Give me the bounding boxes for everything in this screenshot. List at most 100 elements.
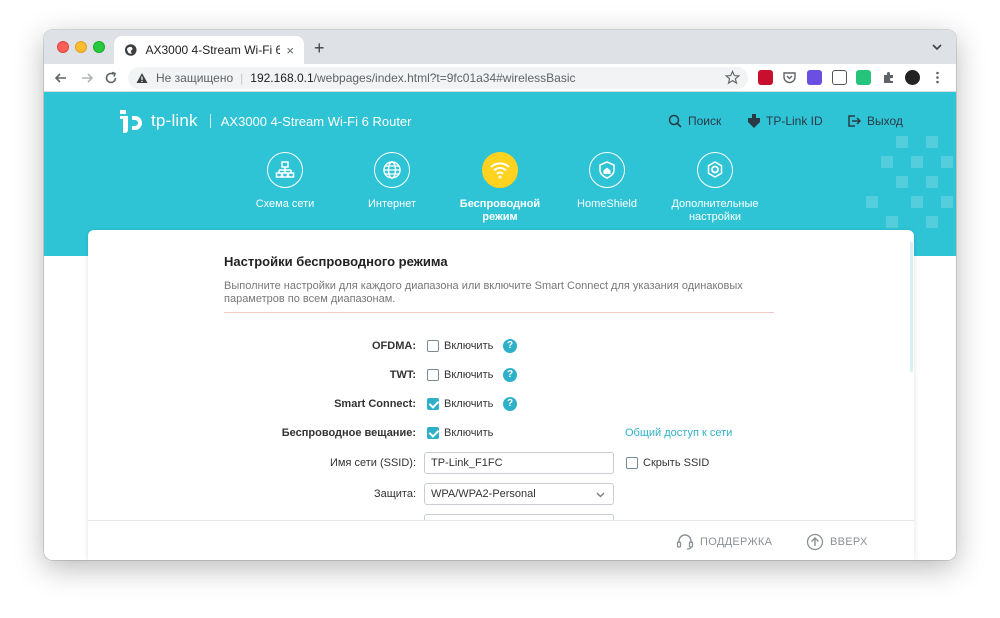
back-to-top-label: ВВЕРХ [830, 536, 868, 548]
ofdma-enable-label[interactable]: Включить [444, 340, 493, 352]
nav-internet-label: Интернет [368, 198, 416, 210]
back-to-top-button[interactable]: ВВЕРХ [806, 533, 868, 551]
settings-card: Настройки беспроводного режима Выполните… [88, 230, 914, 560]
nav-homeshield[interactable]: HomeShield [552, 152, 662, 211]
url-host: 192.168.0.1 [250, 71, 314, 85]
browser-window: AX3000 4-Stream Wi-Fi 6 Router × + Не за… [44, 30, 956, 560]
network-map-icon [275, 161, 295, 178]
advanced-gear-icon [707, 161, 723, 178]
ofdma-checkbox[interactable] [427, 340, 439, 352]
arrow-up-circle-icon [806, 533, 824, 551]
bookmark-star-icon[interactable] [725, 70, 740, 85]
smart-connect-enable-label[interactable]: Включить [444, 398, 493, 410]
green-extension-icon[interactable] [856, 70, 871, 85]
page-footer: ПОДДЕРЖКА ВВЕРХ [88, 520, 914, 560]
not-secure-warning-icon[interactable] [136, 72, 148, 84]
smart-connect-checkbox[interactable] [427, 398, 439, 410]
tp-link-logo[interactable]: tp-link AX3000 4-Stream Wi-Fi 6 Router [116, 106, 411, 136]
tplink-id-button[interactable]: TP-Link ID [748, 114, 823, 128]
hide-ssid-label[interactable]: Скрыть SSID [643, 457, 709, 469]
tab-title: AX3000 4-Stream Wi-Fi 6 Router [145, 43, 281, 57]
back-arrow-icon[interactable] [52, 69, 70, 87]
wireless-broadcast-label: Беспроводное вещание: [281, 427, 416, 439]
nav-homeshield-label: HomeShield [577, 198, 637, 210]
tplink-id-icon [748, 114, 760, 128]
nav-wireless-label: Беспроводной режим [459, 198, 541, 223]
browser-toolbar: Не защищено | 192.168.0.1 /webpages/inde… [44, 64, 956, 92]
logo-divider [209, 114, 211, 128]
nav-homeshield-circle [589, 152, 625, 188]
hide-ssid-checkbox[interactable] [626, 457, 638, 469]
ssid-label: Имя сети (SSID): [329, 457, 416, 469]
tab-strip: AX3000 4-Stream Wi-Fi 6 Router × + [44, 30, 956, 64]
support-button[interactable]: ПОДДЕРЖКА [676, 533, 772, 551]
ublock-extension-icon[interactable] [758, 70, 773, 85]
nav-network-map-circle [267, 152, 303, 188]
nav-wireless[interactable]: Беспроводной режим [445, 152, 555, 224]
wifi-icon [490, 162, 510, 179]
nav-advanced[interactable]: Дополнительные настройки [660, 152, 770, 224]
security-select[interactable]: WPA/WPA2-Personal [424, 483, 614, 505]
card-scrollbar[interactable] [910, 242, 913, 372]
share-network-link[interactable]: Общий доступ к сети [625, 427, 732, 439]
forward-arrow-icon[interactable] [78, 69, 96, 87]
profile-avatar[interactable] [905, 70, 920, 85]
logout-label: Выход [867, 114, 903, 128]
headset-icon [676, 534, 694, 550]
tab-close-icon[interactable]: × [286, 43, 294, 58]
nav-advanced-label: Дополнительные настройки [671, 198, 759, 223]
security-selected-value: WPA/WPA2-Personal [431, 488, 536, 500]
browser-tab[interactable]: AX3000 4-Stream Wi-Fi 6 Router × [114, 36, 304, 64]
smart-connect-label: Smart Connect: [334, 398, 416, 410]
nav-network-map-label: Схема сети [255, 198, 315, 210]
globe-icon [383, 161, 401, 179]
nav-network-map[interactable]: Схема сети [230, 152, 340, 211]
purple-extension-icon[interactable] [807, 70, 822, 85]
globe-favicon-icon [124, 44, 137, 56]
not-secure-label: Не защищено [156, 71, 234, 85]
zoom-window-button[interactable] [93, 41, 105, 53]
browser-menu-icon[interactable] [930, 70, 945, 85]
tplink-id-label: TP-Link ID [766, 114, 823, 128]
wireless-broadcast-enable-label[interactable]: Включить [444, 427, 493, 439]
nav-internet[interactable]: Интернет [337, 152, 447, 211]
pocket-extension-icon[interactable] [782, 70, 797, 85]
ofdma-help-icon[interactable]: ? [503, 339, 517, 353]
logout-icon [848, 115, 861, 127]
ofdma-label: OFDMA: [372, 340, 416, 352]
twt-checkbox[interactable] [427, 369, 439, 381]
logout-button[interactable]: Выход [847, 114, 903, 128]
security-label: Защита: [373, 488, 416, 500]
minimize-window-button[interactable] [75, 41, 87, 53]
tp-link-logo-icon [120, 110, 142, 133]
homeshield-icon [599, 161, 615, 179]
smart-connect-help-icon[interactable]: ? [503, 397, 517, 411]
address-bar[interactable]: Не защищено | 192.168.0.1 /webpages/inde… [128, 67, 748, 89]
brand-name: tp-link [151, 111, 198, 130]
tab-search-chevron-icon[interactable] [930, 40, 944, 54]
lt-extension-icon[interactable] [832, 70, 847, 85]
search-icon [668, 114, 682, 128]
nav-internet-circle [374, 152, 410, 188]
router-page: tp-link AX3000 4-Stream Wi-Fi 6 Router П… [44, 92, 956, 560]
section-divider [224, 312, 774, 313]
twt-label: TWT: [389, 369, 416, 381]
section-description: Выполните настройки для каждого диапазон… [224, 280, 743, 305]
close-window-button[interactable] [57, 41, 69, 53]
search-button[interactable]: Поиск [668, 114, 721, 128]
section-title: Настройки беспроводного режима [224, 254, 448, 269]
url-separator: | [240, 71, 244, 85]
reload-icon[interactable] [102, 69, 120, 87]
url-path: /webpages/index.html?t=9fc01a34#wireless… [313, 71, 576, 85]
nav-advanced-circle [697, 152, 733, 188]
wireless-broadcast-checkbox[interactable] [427, 427, 439, 439]
support-label: ПОДДЕРЖКА [700, 536, 773, 548]
search-label: Поиск [688, 114, 722, 128]
new-tab-button[interactable]: + [314, 38, 325, 59]
nav-wireless-circle [482, 152, 518, 188]
twt-help-icon[interactable]: ? [503, 368, 517, 382]
chevron-down-icon [596, 492, 605, 498]
extensions-puzzle-icon[interactable] [881, 70, 896, 85]
ssid-input[interactable] [424, 452, 614, 474]
twt-enable-label[interactable]: Включить [444, 369, 493, 381]
